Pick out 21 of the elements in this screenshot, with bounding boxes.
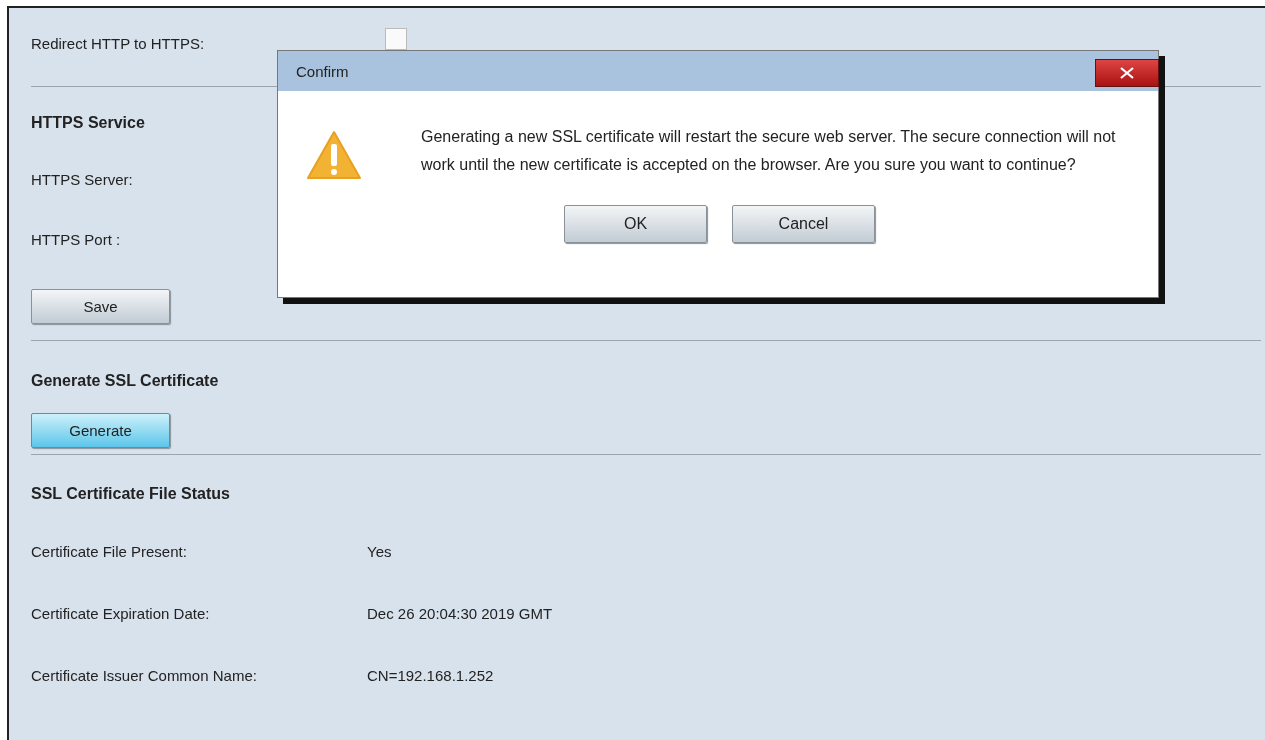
close-button[interactable]	[1095, 59, 1159, 87]
field-value: CN=192.168.1.252	[367, 666, 494, 684]
cancel-button[interactable]: Cancel	[732, 205, 875, 243]
section-heading: HTTPS Service	[31, 114, 146, 132]
checkbox[interactable]	[385, 28, 407, 50]
field-label: Certificate File Present:	[31, 542, 188, 560]
dialog-title: Confirm	[296, 62, 349, 80]
ok-button[interactable]: OK	[564, 205, 707, 243]
section-heading: Generate SSL Certificate	[31, 372, 220, 390]
section-heading: SSL Certificate File Status	[31, 485, 231, 503]
field-label: HTTPS Server:	[31, 170, 134, 188]
field-label: Certificate Expiration Date:	[31, 604, 211, 622]
save-button[interactable]: Save	[31, 289, 170, 324]
field-label: Certificate Issuer Common Name:	[31, 666, 258, 684]
field-label: Redirect HTTP to HTTPS:	[31, 34, 206, 52]
warning-icon	[306, 129, 362, 181]
field-value: Dec 26 20:04:30 2019 GMT	[367, 604, 553, 622]
dialog-message: Generating a new SSL certificate will restart the secure web server. The secure connection will not work until the new certificate is accepted on the browser. Are you sure you want to continue?	[421, 127, 1117, 175]
field-label: HTTPS Port :	[31, 230, 122, 248]
field-value: Yes	[367, 542, 392, 560]
generate-button[interactable]: Generate	[31, 413, 170, 448]
